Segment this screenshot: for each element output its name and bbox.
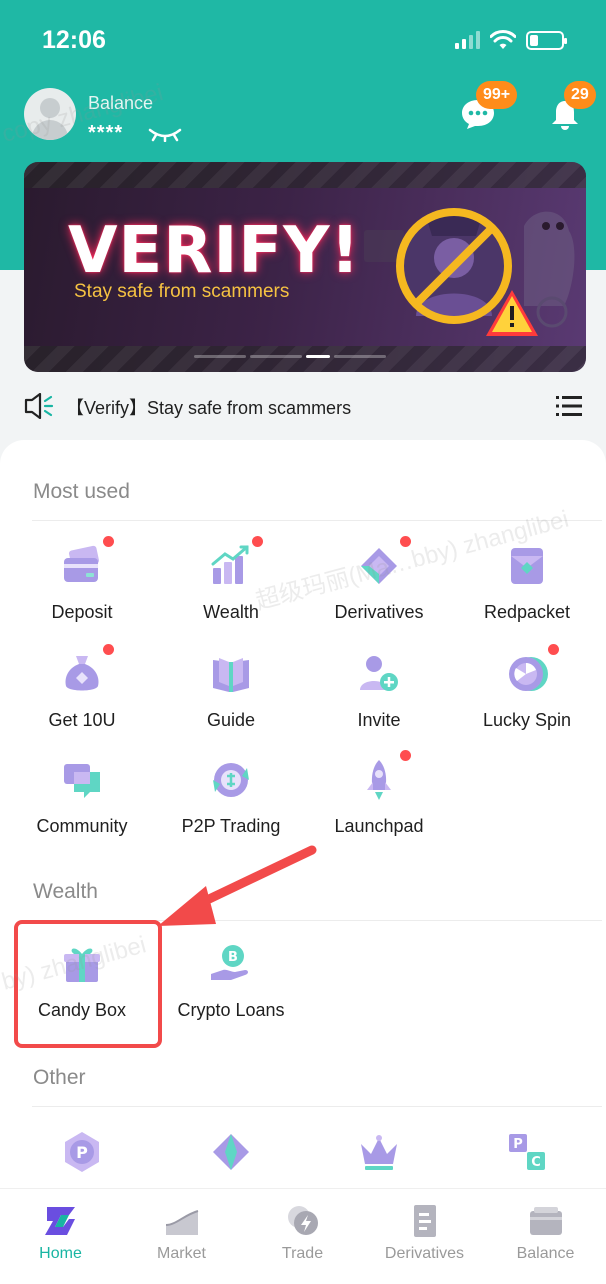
- tab-label: Derivatives: [384, 1245, 465, 1262]
- chat-bubbles-icon: [64, 764, 100, 798]
- tab-derivatives[interactable]: Derivatives: [364, 1203, 485, 1263]
- svg-text:P: P: [76, 1143, 88, 1162]
- banner-title: VERIFY!: [68, 214, 361, 288]
- banner-subtitle: Stay safe from scammers: [74, 281, 290, 302]
- wallet-icon: [529, 1207, 562, 1235]
- tab-label: Market: [157, 1245, 206, 1262]
- highlight-box: [14, 920, 162, 1048]
- balance-label: Balance: [88, 93, 154, 113]
- envelope-icon: [511, 548, 543, 584]
- service-label: Deposit: [51, 602, 113, 622]
- growth-chart-icon: [211, 545, 249, 584]
- service-community[interactable]: Community: [7, 758, 157, 837]
- service-label: Redpacket: [483, 602, 571, 622]
- diamond-icon: [213, 1134, 249, 1170]
- add-user-icon: [360, 656, 398, 691]
- eye-closed-icon[interactable]: [148, 126, 182, 142]
- new-dot: [400, 750, 411, 761]
- tab-trade[interactable]: Trade: [242, 1203, 363, 1263]
- new-dot: [548, 644, 559, 655]
- service-redpacket[interactable]: Redpacket: [452, 544, 602, 623]
- balance-value: ****: [88, 122, 124, 144]
- list-menu-icon[interactable]: [556, 395, 582, 417]
- signal-icon: [455, 31, 480, 49]
- service-invite[interactable]: Invite: [304, 652, 454, 731]
- service-get-10u[interactable]: Get 10U: [7, 644, 157, 731]
- section-title-other: Other: [33, 1066, 86, 1089]
- pointer-arrow: [158, 845, 317, 926]
- service-label: Guide: [206, 710, 256, 730]
- svg-text:P: P: [513, 1137, 523, 1152]
- service-wealth[interactable]: Wealth: [156, 536, 306, 623]
- banner-stripes-top: [24, 162, 586, 188]
- tab-home[interactable]: Home: [0, 1203, 121, 1263]
- service-label: Wealth: [203, 602, 259, 622]
- new-dot: [103, 536, 114, 547]
- service-other-4[interactable]: P C: [452, 1130, 602, 1174]
- spin-wheel-icon: [509, 657, 548, 691]
- service-label: Invite: [357, 710, 401, 730]
- service-label: Launchpad: [334, 816, 424, 836]
- money-bag-icon: [65, 656, 99, 691]
- coin-hand-icon: B: [211, 945, 248, 980]
- service-label: Get 10U: [48, 710, 116, 730]
- service-label: Lucky Spin: [482, 710, 572, 730]
- service-label: Community: [36, 816, 128, 836]
- speaker-icon: [24, 393, 54, 419]
- tab-balance[interactable]: Balance: [485, 1203, 606, 1263]
- svg-text:B: B: [228, 950, 238, 965]
- section-divider: [32, 520, 602, 521]
- banner-pagination: [194, 355, 386, 358]
- bottom-tab-bar: Home Market Trade Derivatives Balance: [0, 1188, 606, 1284]
- notice-bar[interactable]: 【Verify】Stay safe from scammers: [24, 390, 584, 422]
- service-label: Derivatives: [334, 602, 424, 622]
- tab-label: Trade: [281, 1245, 324, 1262]
- service-other-3[interactable]: [304, 1130, 454, 1174]
- service-derivatives[interactable]: Derivatives: [304, 536, 454, 623]
- service-p2p-trading[interactable]: P2P Trading: [156, 758, 306, 837]
- promo-banner[interactable]: VERIFY! Stay safe from scammers: [24, 162, 586, 372]
- market-chart-icon: [165, 1210, 198, 1235]
- section-divider: [32, 1106, 602, 1107]
- status-bar: 12:06: [0, 0, 606, 80]
- status-icons: [455, 30, 567, 50]
- home-logo-icon: [44, 1207, 75, 1235]
- wifi-icon: [490, 30, 516, 49]
- service-launchpad[interactable]: Launchpad: [304, 750, 454, 837]
- pc-blocks-icon: P C: [509, 1134, 545, 1170]
- service-deposit[interactable]: Deposit: [7, 536, 157, 623]
- new-dot: [400, 536, 411, 547]
- document-icon: [413, 1205, 436, 1237]
- notifications-badge: 29: [564, 81, 596, 109]
- status-time: 12:06: [42, 26, 106, 54]
- section-title-most-used: Most used: [33, 480, 130, 503]
- crown-icon: [361, 1135, 397, 1170]
- rocket-icon: [367, 760, 391, 800]
- service-label: P2P Trading: [181, 816, 281, 836]
- svg-text:C: C: [531, 1155, 541, 1170]
- tab-label: Balance: [516, 1245, 575, 1262]
- new-dot: [103, 644, 114, 655]
- notice-text: 【Verify】Stay safe from scammers: [66, 398, 352, 418]
- avatar[interactable]: [24, 88, 76, 140]
- new-dot: [252, 536, 263, 547]
- tab-market[interactable]: Market: [121, 1203, 242, 1263]
- diamond-chevron-icon: [361, 548, 397, 584]
- card-wallet-icon: [64, 545, 100, 582]
- section-title-wealth: Wealth: [33, 880, 98, 903]
- messages-badge: 99+: [476, 81, 518, 109]
- trade-bolt-icon: [287, 1206, 318, 1235]
- service-lucky-spin[interactable]: Lucky Spin: [452, 644, 602, 731]
- battery-icon: [526, 30, 567, 50]
- p2p-exchange-icon: [213, 763, 249, 797]
- service-other-1[interactable]: P: [7, 1130, 157, 1174]
- coin-p-icon: P: [65, 1132, 99, 1172]
- service-label: Crypto Loans: [177, 1000, 285, 1020]
- service-other-2[interactable]: [156, 1130, 306, 1174]
- book-icon: [213, 658, 249, 692]
- service-guide[interactable]: Guide: [156, 652, 306, 731]
- tab-label: Home: [39, 1245, 82, 1262]
- service-crypto-loans[interactable]: B Crypto Loans: [156, 942, 306, 1021]
- scam-warning-illustration: [364, 208, 575, 336]
